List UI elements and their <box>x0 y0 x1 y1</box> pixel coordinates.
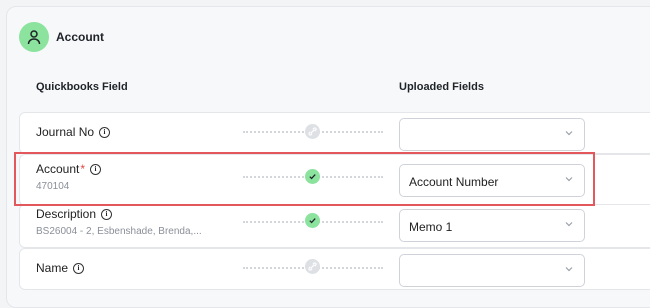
quickbooks-field-header: Quickbooks Field <box>36 81 128 93</box>
sample-value: BS26004 - 2, Esbenshade, Brenda,... <box>36 226 202 237</box>
section-title: Account <box>56 30 104 44</box>
user-icon <box>27 30 41 45</box>
chevron-down-icon <box>565 177 573 182</box>
required-mark: * <box>80 162 86 176</box>
chevron-down-icon <box>565 131 573 136</box>
info-icon[interactable]: i <box>90 163 102 175</box>
info-icon[interactable]: i <box>99 126 111 138</box>
link-icon <box>305 259 320 274</box>
link-icon <box>305 124 320 139</box>
sample-value: 470104 <box>36 181 70 192</box>
info-icon[interactable]: i <box>73 262 85 274</box>
account-avatar <box>19 22 49 52</box>
uploaded-field-select-description[interactable]: Memo 1 <box>399 209 585 242</box>
chevron-down-icon <box>565 267 573 272</box>
check-icon <box>305 213 320 228</box>
check-icon <box>305 169 320 184</box>
field-label-account: Account * i <box>36 162 102 176</box>
info-icon[interactable]: i <box>101 208 113 220</box>
uploaded-field-select-account[interactable]: Account Number <box>399 164 585 197</box>
uploaded-field-select-journal-no[interactable] <box>399 118 585 151</box>
field-label-name: Name i <box>36 261 85 275</box>
field-label-description: Description i <box>36 207 113 221</box>
uploaded-fields-header: Uploaded Fields <box>399 81 484 93</box>
field-label-journal-no: Journal No i <box>36 125 111 139</box>
uploaded-field-select-name[interactable] <box>399 254 585 287</box>
chevron-down-icon <box>565 222 573 227</box>
